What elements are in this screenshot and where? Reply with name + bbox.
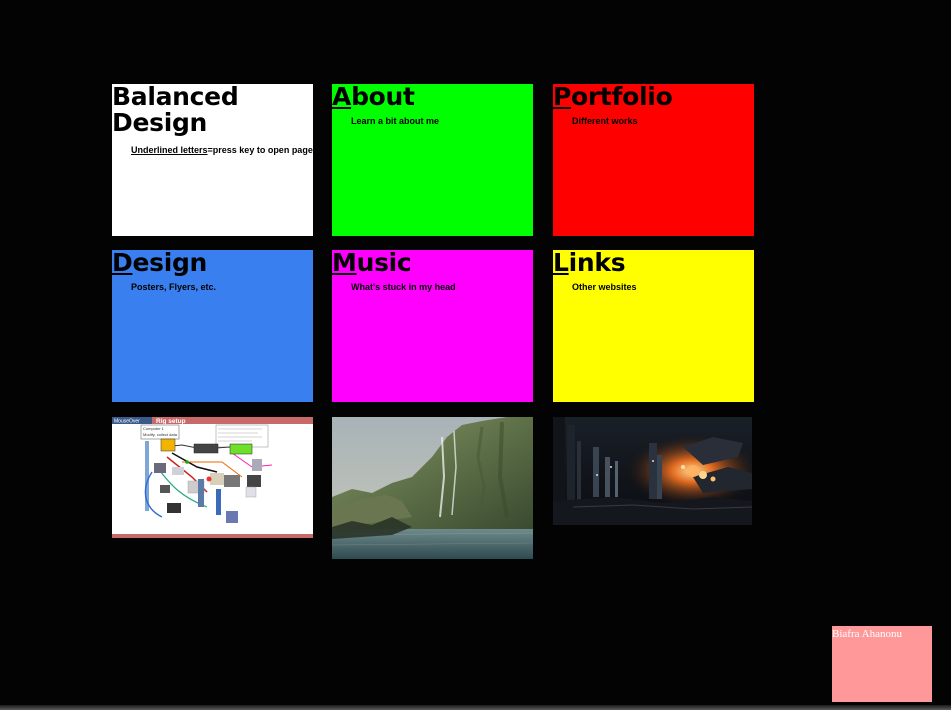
rig-setup-diagram-image[interactable]: MouseOver Rig setup Computer 1 Modify, c… [112,417,313,538]
tile-design-subtitle: Posters, Flyers, etc. [131,282,217,292]
tile-links[interactable]: Links Other websites [553,250,754,402]
tile-design-title-rest: esign [132,250,208,277]
tile-music-subtitle: What's stuck in my head [351,282,456,292]
bottom-edge-bar [0,705,951,710]
tile-music-key: M [332,250,357,277]
scifi-city-image[interactable] [553,417,752,525]
site-title-line1: Balanced [112,84,239,111]
site-title: Balanced Design [112,84,313,136]
tile-about-subtitle: Learn a bit about me [351,116,440,126]
fjord-landscape-image[interactable] [332,417,533,559]
tile-links-key: L [553,250,569,277]
diagram-tab-label: MouseOver [114,419,140,425]
fjord-landscape-graphic [332,417,533,559]
tile-portfolio[interactable]: Portfolio Different works [553,84,754,236]
tile-links-title-rest: inks [568,250,626,277]
tile-portfolio-title: Portfolio [553,84,754,110]
tile-portfolio-key: P [553,84,572,111]
scifi-city-graphic [553,417,752,525]
keyboard-hint: Underlined letters=press key to open pag… [131,145,313,155]
tile-links-title: Links [553,250,754,276]
tile-music[interactable]: Music What's stuck in my head [332,250,533,402]
site-title-line2: Design [112,108,208,137]
rig-setup-diagram-graphic: MouseOver Rig setup Computer 1 Modify, c… [112,417,313,538]
tile-music-title: Music [332,250,533,276]
tile-portfolio-subtitle: Different works [572,116,638,126]
diagram-heading: Rig setup [156,418,186,425]
tile-portfolio-title-rest: ortfolio [571,84,673,111]
tile-design-title: Design [112,250,313,276]
tile-about-key: A [332,84,352,111]
tile-home[interactable]: Balanced Design Underlined letters=press… [112,84,313,236]
diagram-note2: Modify, collect data [143,432,178,437]
tile-about-title: About [332,84,533,110]
keyboard-hint-underlined: Underlined letters [131,145,208,155]
tile-links-subtitle: Other websites [572,282,637,292]
tile-about-title-rest: bout [351,84,415,111]
tile-about[interactable]: About Learn a bit about me [332,84,533,236]
diagram-note1: Computer 1 [143,426,165,431]
author-name-box[interactable]: Biafra Ahanonu [832,626,932,702]
tile-design-key: D [112,250,133,277]
tile-music-title-rest: usic [356,250,412,277]
author-name: Biafra Ahanonu [832,628,902,640]
keyboard-hint-rest: =press key to open page! [207,145,313,155]
page: Balanced Design Underlined letters=press… [0,0,951,710]
tile-design[interactable]: Design Posters, Flyers, etc. [112,250,313,402]
